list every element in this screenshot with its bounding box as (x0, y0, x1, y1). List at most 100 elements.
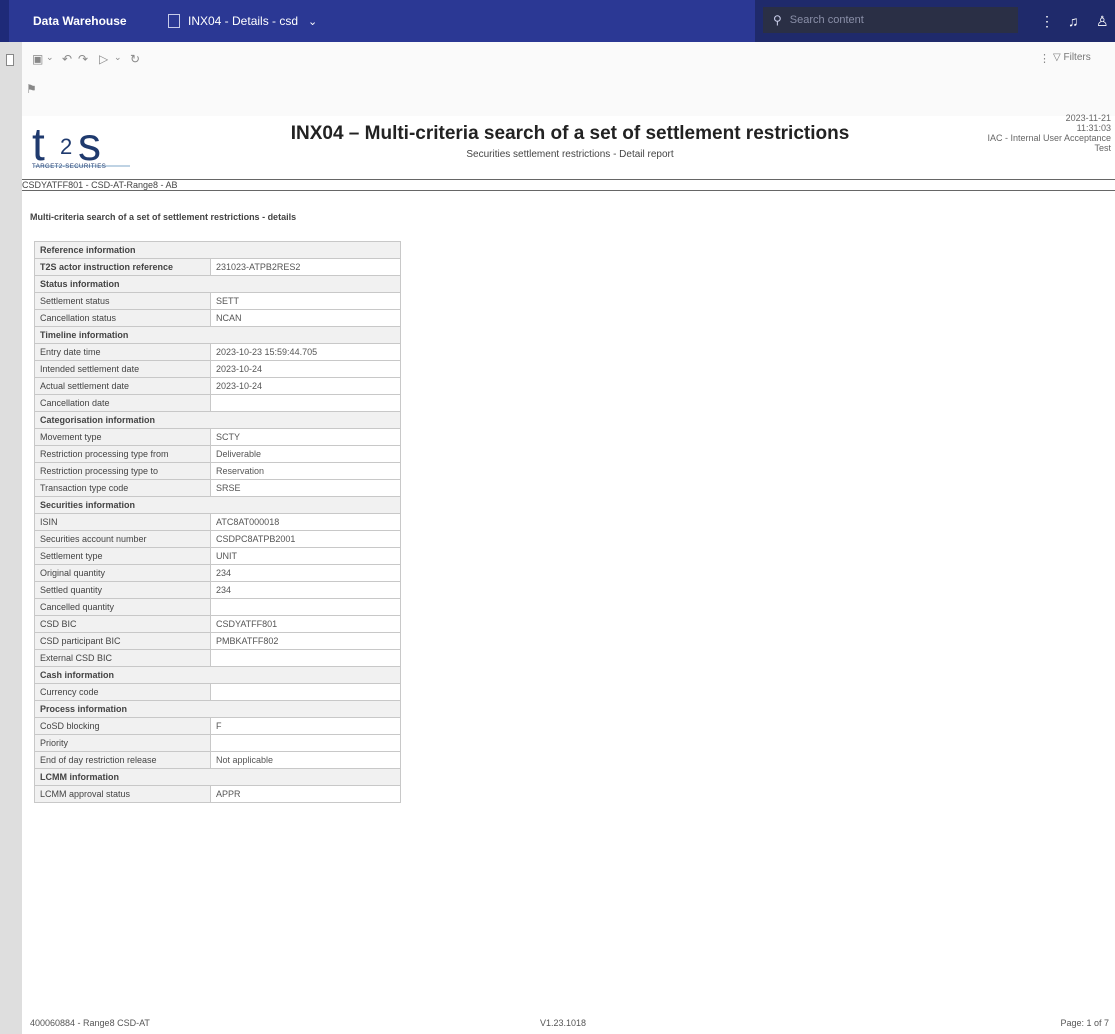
table-row: T2S actor instruction reference 231023-AT… (34, 258, 401, 276)
group-categorisation: Categorisation information (34, 411, 401, 429)
search-input[interactable]: ⚲ Search content (763, 7, 1018, 33)
field-value: 234 (210, 581, 401, 599)
header-divider-2 (22, 190, 1115, 191)
field-label: Settled quantity (34, 581, 211, 599)
chevron-down-icon[interactable]: ⌄ (308, 15, 317, 28)
table-row: External CSD BIC (34, 649, 401, 667)
panel-toggle-icon[interactable] (6, 54, 14, 66)
group-row: Process information (34, 700, 401, 718)
report-tab-label: INX04 - Details - csd (188, 14, 299, 28)
undo-icon[interactable]: ↶ (62, 52, 72, 66)
svg-text:s: s (78, 120, 101, 170)
t2s-logo: t 2 s TARGET2-SECURITIES (30, 118, 170, 174)
table-row: Entry date time 2023-10-23 15:59:44.705 (34, 343, 401, 361)
group-securities: Securities information (34, 496, 401, 514)
report-tab[interactable]: INX04 - Details - csd ⌄ (168, 11, 317, 31)
field-value: 231023-ATPB2RES2 (210, 258, 401, 276)
field-label: Settlement type (34, 547, 211, 565)
field-label: Priority (34, 734, 211, 752)
field-label: Original quantity (34, 564, 211, 582)
search-icon: ⚲ (773, 13, 782, 27)
table-row: Intended settlement date 2023-10-24 (34, 360, 401, 378)
search-placeholder: Search content (789, 14, 864, 26)
environment-line: IAC - Internal User Acceptance (987, 133, 1111, 143)
footer-version: V1.23.1018 (540, 1018, 587, 1028)
table-row: Actual settlement date 2023-10-24 (34, 377, 401, 395)
table-row: Restriction processing type to Reservatio… (34, 462, 401, 480)
group-reference: Reference information (34, 241, 401, 259)
field-value: CSDYATFF801 (210, 615, 401, 633)
filter-icon: ▽ (1053, 52, 1061, 63)
filters-button[interactable]: ▽ Filters (1053, 52, 1091, 63)
report-date: 2023-11-21 (1065, 113, 1111, 123)
field-value: SRSE (210, 479, 401, 497)
notification-bell-icon[interactable]: ♫ (1068, 13, 1079, 29)
group-row: Timeline information (34, 326, 401, 344)
group-row: Reference information (34, 241, 401, 259)
table-row: CoSD blocking F (34, 717, 401, 735)
save-icon[interactable]: ▣ (32, 52, 43, 66)
field-label: Cancellation date (34, 394, 211, 412)
group-row: Cash information (34, 666, 401, 684)
header-divider (22, 179, 1115, 180)
field-label: Securities account number (34, 530, 211, 548)
bookmark-icon[interactable]: ⚑ (26, 82, 37, 96)
field-label: External CSD BIC (34, 649, 211, 667)
save-options-chevron-icon[interactable]: ⌄ (46, 52, 54, 63)
table-row: Movement type SCTY (34, 428, 401, 446)
app-brand[interactable]: Data Warehouse (33, 14, 127, 28)
field-value (210, 394, 401, 412)
refresh-icon[interactable]: ↻ (130, 52, 140, 66)
group-lcmm: LCMM information (34, 768, 401, 786)
group-timeline: Timeline information (34, 326, 401, 344)
left-side-rail (0, 42, 22, 1034)
table-row: Securities account number CSDPC8ATPB2001 (34, 530, 401, 548)
field-value: CSDPC8ATPB2001 (210, 530, 401, 548)
table-row: ISIN ATC8AT000018 (34, 513, 401, 531)
more-options-icon[interactable]: ⋮ (1040, 13, 1054, 30)
table-row: Transaction type code SRSE (34, 479, 401, 497)
field-value: SCTY (210, 428, 401, 446)
logo-tagline: TARGET2-SECURITIES (32, 164, 107, 170)
field-label: Currency code (34, 683, 211, 701)
group-cash: Cash information (34, 666, 401, 684)
details-section-title: Multi-criteria search of a set of settle… (30, 212, 297, 222)
table-row: Settled quantity 234 (34, 581, 401, 599)
report-header-info: 2023-11-21 11:31:03 IAC - Internal User … (987, 113, 1111, 153)
field-value: NCAN (210, 309, 401, 327)
footer-report-id: 400060884 - Range8 CSD-AT (30, 1018, 150, 1028)
table-row: Currency code (34, 683, 401, 701)
svg-text:2: 2 (60, 134, 72, 159)
field-label: T2S actor instruction reference (34, 258, 211, 276)
field-value: Deliverable (210, 445, 401, 463)
user-profile-icon[interactable]: ♙ (1096, 13, 1109, 30)
field-value: APPR (210, 785, 401, 803)
field-value: 2023-10-23 15:59:44.705 (210, 343, 401, 361)
field-value: SETT (210, 292, 401, 310)
footer-page-indicator: Page: 1 of 7 (1060, 1018, 1109, 1028)
table-row: CSD participant BIC PMBKATFF802 (34, 632, 401, 650)
field-label: End of day restriction release (34, 751, 211, 769)
field-value: 2023-10-24 (210, 377, 401, 395)
table-row: Restriction processing type from Delivera… (34, 445, 401, 463)
run-icon[interactable]: ▷ (99, 52, 108, 66)
redo-icon[interactable]: ↷ (78, 52, 88, 66)
field-label: ISIN (34, 513, 211, 531)
group-process: Process information (34, 700, 401, 718)
field-value: Not applicable (210, 751, 401, 769)
filters-label: Filters (1063, 52, 1091, 63)
field-value (210, 683, 401, 701)
field-label: CoSD blocking (34, 717, 211, 735)
field-value: PMBKATFF802 (210, 632, 401, 650)
field-label: Settlement status (34, 292, 211, 310)
toolbar-more-icon[interactable]: ⋮ (1039, 52, 1050, 65)
report-title: INX04 – Multi-criteria search of a set o… (290, 123, 850, 144)
table-row: Original quantity 234 (34, 564, 401, 582)
app-menu-handle[interactable] (0, 0, 9, 42)
field-label: Intended settlement date (34, 360, 211, 378)
field-label: Cancellation status (34, 309, 211, 327)
group-row: Securities information (34, 496, 401, 514)
field-value: 2023-10-24 (210, 360, 401, 378)
run-options-chevron-icon[interactable]: ⌄ (114, 52, 122, 63)
report-toolbar: ▣ ⌄ ↶ ↷ ▷ ⌄ ↻ ⚑ ⋮ (22, 42, 1115, 116)
